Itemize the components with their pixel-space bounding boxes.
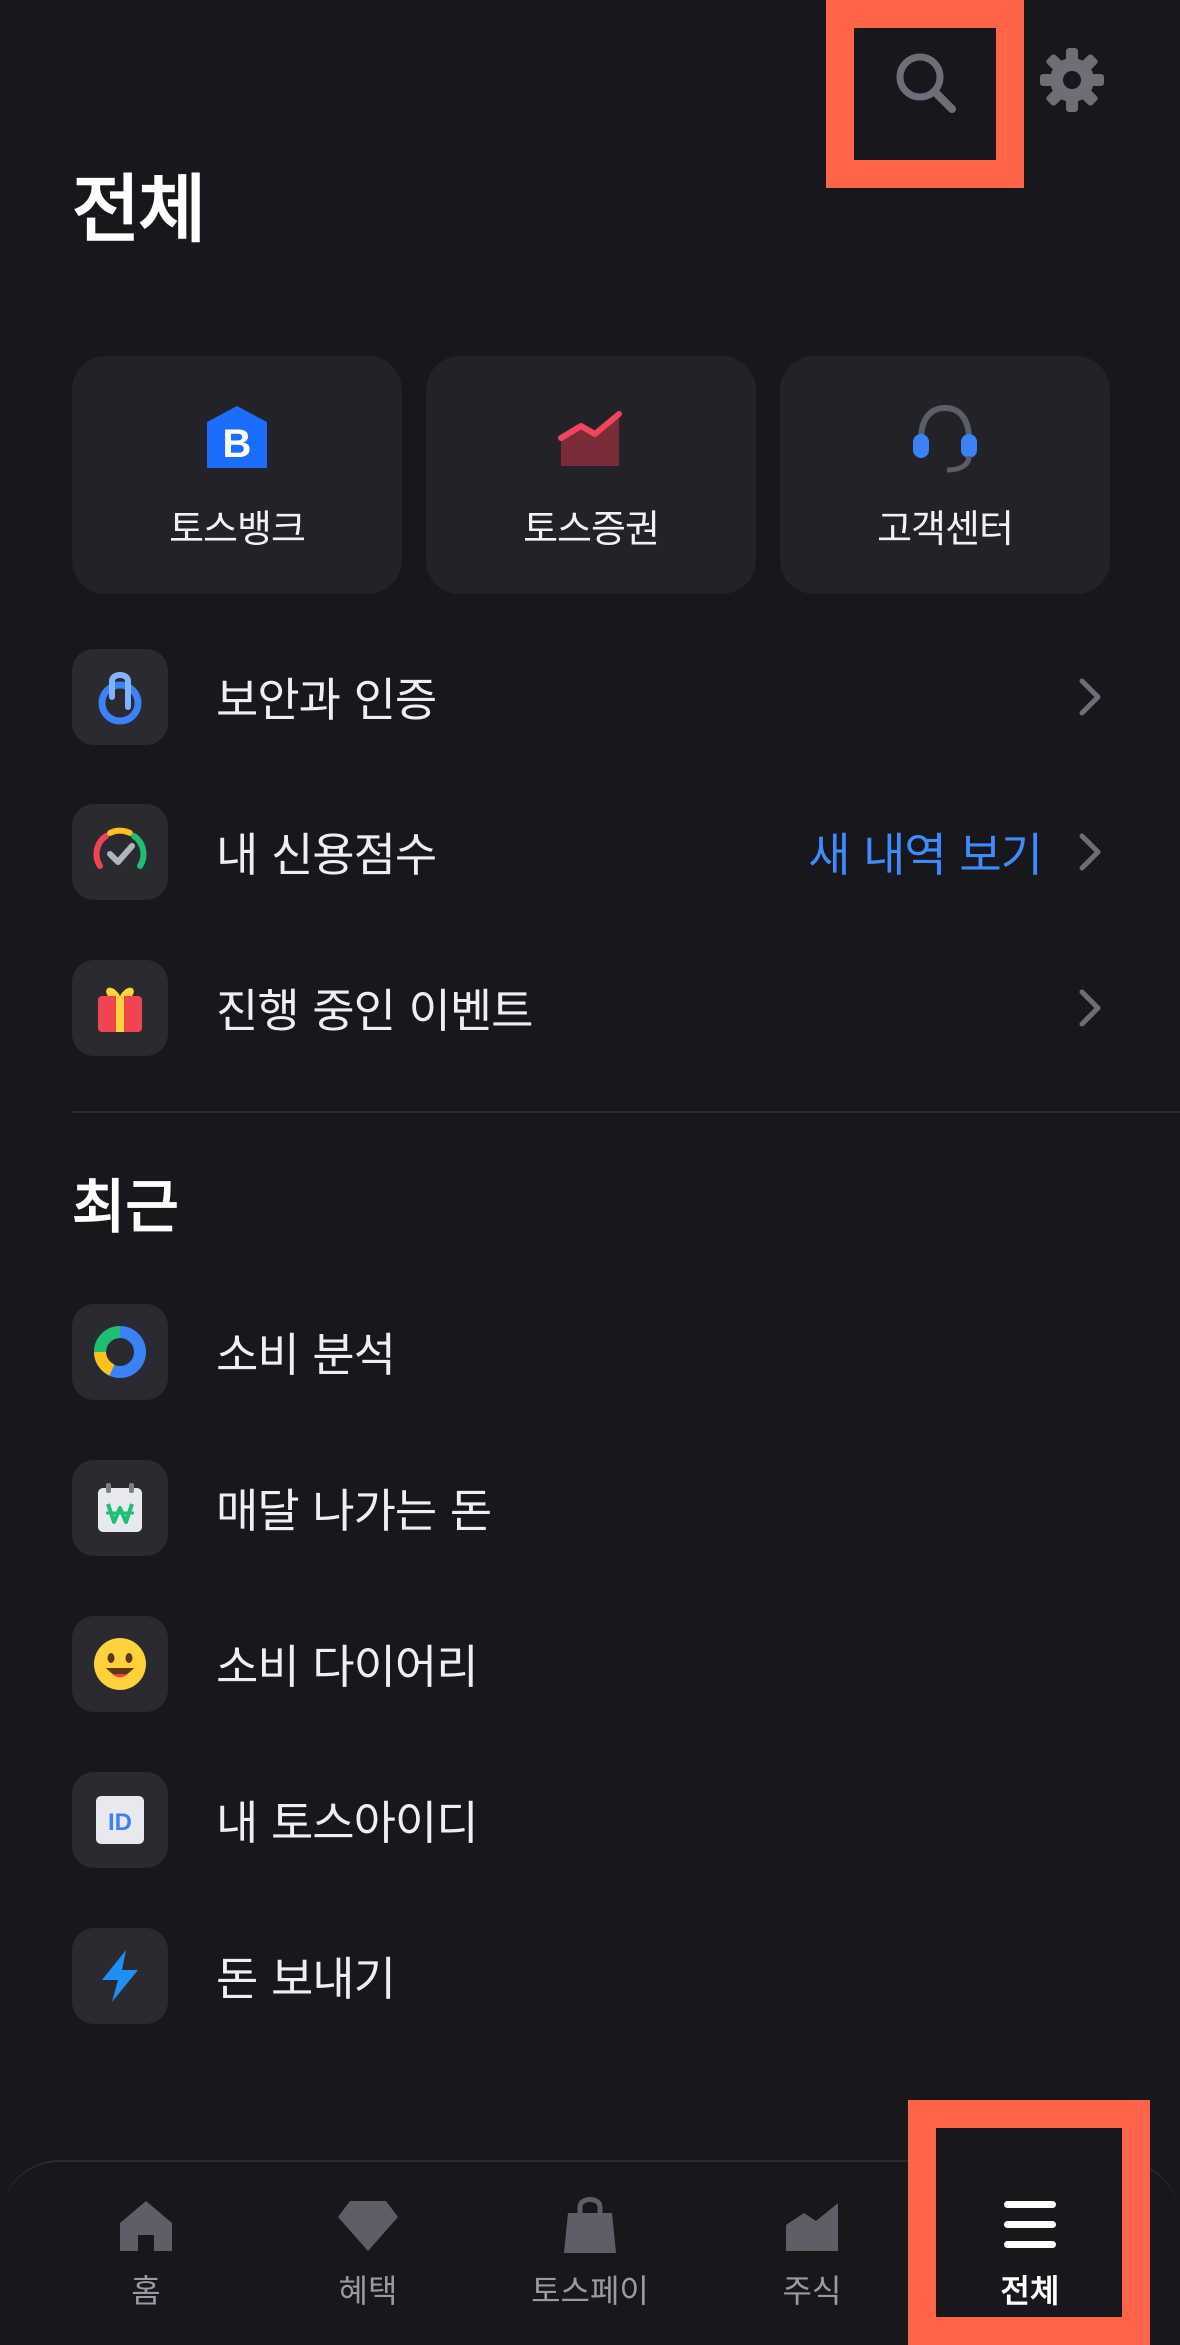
page: 전체 B 토스뱅크 토스증권 고객센터 보안과 인증 내 신용점수 새 내역 보…: [0, 0, 1180, 2345]
page-title: 전체: [72, 167, 206, 253]
recent-item-toss-id[interactable]: ID 내 토스아이디: [72, 1770, 1112, 1870]
security-lock-icon: [72, 649, 168, 745]
svg-text:ID: ID: [108, 1809, 132, 1836]
gift-icon: [72, 960, 168, 1056]
nav-label: 전체: [1000, 2272, 1060, 2310]
recent-item-spending-analysis[interactable]: 소비 분석: [72, 1302, 1112, 1402]
recent-item-label: 매달 나가는 돈: [216, 1484, 492, 1538]
nav-tab-tosspay[interactable]: 토스페이: [510, 2190, 670, 2320]
diamond-icon: [333, 2190, 403, 2260]
nav-tab-home[interactable]: 홈: [66, 2190, 226, 2320]
chevron-right-icon: [1079, 833, 1101, 871]
menu-item-security[interactable]: 보안과 인증: [72, 647, 1112, 747]
card-toss-securities[interactable]: 토스증권: [426, 356, 756, 594]
chart-icon: [777, 2190, 847, 2260]
donut-chart-icon: [72, 1304, 168, 1400]
nav-label: 주식: [782, 2272, 842, 2310]
menu-item-events[interactable]: 진행 중인 이벤트: [72, 958, 1112, 1058]
menu-item-label: 보안과 인증: [216, 673, 437, 727]
recent-item-spending-diary[interactable]: 소비 다이어리: [72, 1614, 1112, 1714]
search-icon: [896, 53, 956, 113]
calendar-won-icon: [72, 1460, 168, 1556]
chevron-right-icon: [1079, 678, 1101, 716]
menu-item-label: 내 신용점수: [216, 828, 437, 882]
card-toss-bank[interactable]: B 토스뱅크: [72, 356, 402, 594]
quick-cards: B 토스뱅크 토스증권 고객센터: [72, 356, 1110, 594]
gear-icon: [1040, 48, 1104, 112]
smile-icon: [72, 1616, 168, 1712]
recent-item-label: 소비 분석: [216, 1328, 396, 1382]
new-history-link[interactable]: 새 내역 보기: [808, 819, 1043, 885]
recent-item-label: 소비 다이어리: [216, 1640, 479, 1694]
recent-item-label: 내 토스아이디: [216, 1796, 479, 1850]
search-button[interactable]: [870, 28, 982, 138]
svg-text:B: B: [223, 422, 252, 466]
shopping-bag-icon: [555, 2190, 625, 2260]
nav-tab-all[interactable]: 전체: [950, 2190, 1110, 2320]
home-icon: [111, 2190, 181, 2260]
section-title-recent: 최근: [72, 1173, 179, 1241]
card-label: 토스뱅크: [169, 506, 306, 551]
card-label: 고객센터: [877, 506, 1014, 551]
nav-label: 토스페이: [531, 2272, 649, 2310]
stock-chart-icon: [551, 398, 631, 478]
recent-item-monthly-expenses[interactable]: 매달 나가는 돈: [72, 1458, 1112, 1558]
headset-icon: [905, 398, 985, 478]
nav-label: 혜택: [338, 2272, 398, 2310]
nav-tab-stocks[interactable]: 주식: [732, 2190, 892, 2320]
card-customer-center[interactable]: 고객센터: [780, 356, 1110, 594]
id-card-icon: ID: [72, 1772, 168, 1868]
chevron-right-icon: [1079, 989, 1101, 1027]
menu-item-credit-score[interactable]: 내 신용점수 새 내역 보기: [72, 802, 1112, 902]
divider: [72, 1111, 1180, 1113]
recent-item-send-money[interactable]: 돈 보내기: [72, 1926, 1112, 2026]
nav-label: 홈: [131, 2272, 161, 2310]
nav-tab-benefits[interactable]: 혜택: [288, 2190, 448, 2320]
menu-item-label: 진행 중인 이벤트: [216, 984, 533, 1038]
card-label: 토스증권: [523, 506, 660, 551]
menu-icon: [995, 2190, 1065, 2260]
credit-gauge-icon: [72, 804, 168, 900]
bank-b-icon: B: [197, 398, 277, 478]
lightning-icon: [72, 1928, 168, 2024]
recent-item-label: 돈 보내기: [216, 1952, 396, 2006]
settings-button[interactable]: [1020, 28, 1124, 132]
